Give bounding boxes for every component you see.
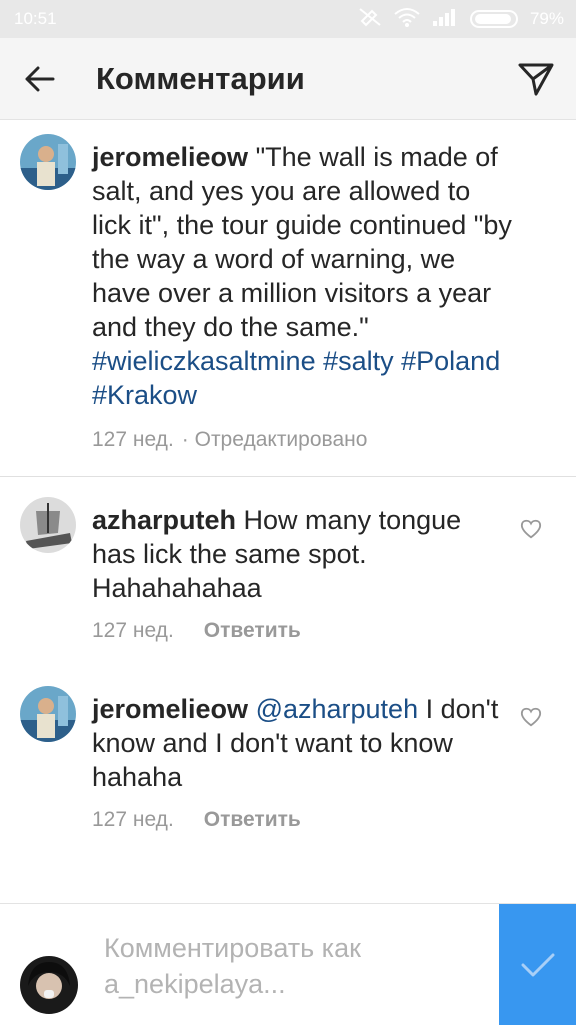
caption-edited: · Отредактировано [181,428,368,451]
divider [0,476,576,477]
comment-time: 127 нед. [92,808,174,831]
checkmark-icon [521,953,554,976]
comment-time: 127 нед. [92,619,174,642]
caption-username[interactable]: jeromelieow [92,142,248,172]
battery-icon [469,10,518,28]
caption-body: "The wall is made of salt, and yes you a… [92,142,512,342]
caption-meta: 127 нед. · Отредактировано [92,428,367,452]
page-title: Комментарии [96,60,305,96]
heart-icon[interactable] [520,518,542,540]
mute-icon [358,7,382,32]
comment-meta: 127 нед. Ответить [92,808,301,832]
comment-input[interactable]: Комментировать как a_nekipelaya... [104,930,484,1002]
paper-plane-icon [518,63,554,95]
arrow-left-icon [25,66,55,91]
app-bar: Комментарии [0,38,576,120]
direct-send-button[interactable] [496,38,576,120]
status-time: 10:51 [14,9,57,28]
status-bar: 10:51 79% [0,0,576,38]
comment-text: jeromelieow @azharputeh I don't know and… [92,692,512,794]
comment-mention[interactable]: @azharputeh [256,694,419,724]
caption-text: jeromelieow "The wall is made of salt, a… [92,140,512,412]
battery-percent: 79% [529,9,564,28]
avatar[interactable] [20,134,76,190]
back-button[interactable] [0,38,80,120]
heart-icon[interactable] [520,706,542,728]
comment-username[interactable]: jeromelieow [92,694,248,724]
caption-time: 127 нед. [92,428,174,451]
avatar[interactable] [20,497,76,553]
signal-icon [432,7,458,32]
reply-button[interactable]: Ответить [204,619,301,643]
comment-meta: 127 нед. Ответить [92,619,301,643]
post-comment-button[interactable] [499,904,576,1025]
avatar [20,956,78,1014]
wifi-icon [394,7,420,32]
comment-composer: Комментировать как a_nekipelaya... [0,903,576,1025]
comment-text: azharputeh How many tongue has lick the … [92,503,512,605]
comment-username[interactable]: azharputeh [92,505,236,535]
caption-hashtags[interactable]: #wieliczkasaltmine #salty #Poland #Krako… [92,346,500,410]
avatar[interactable] [20,686,76,742]
reply-button[interactable]: Ответить [204,808,301,832]
